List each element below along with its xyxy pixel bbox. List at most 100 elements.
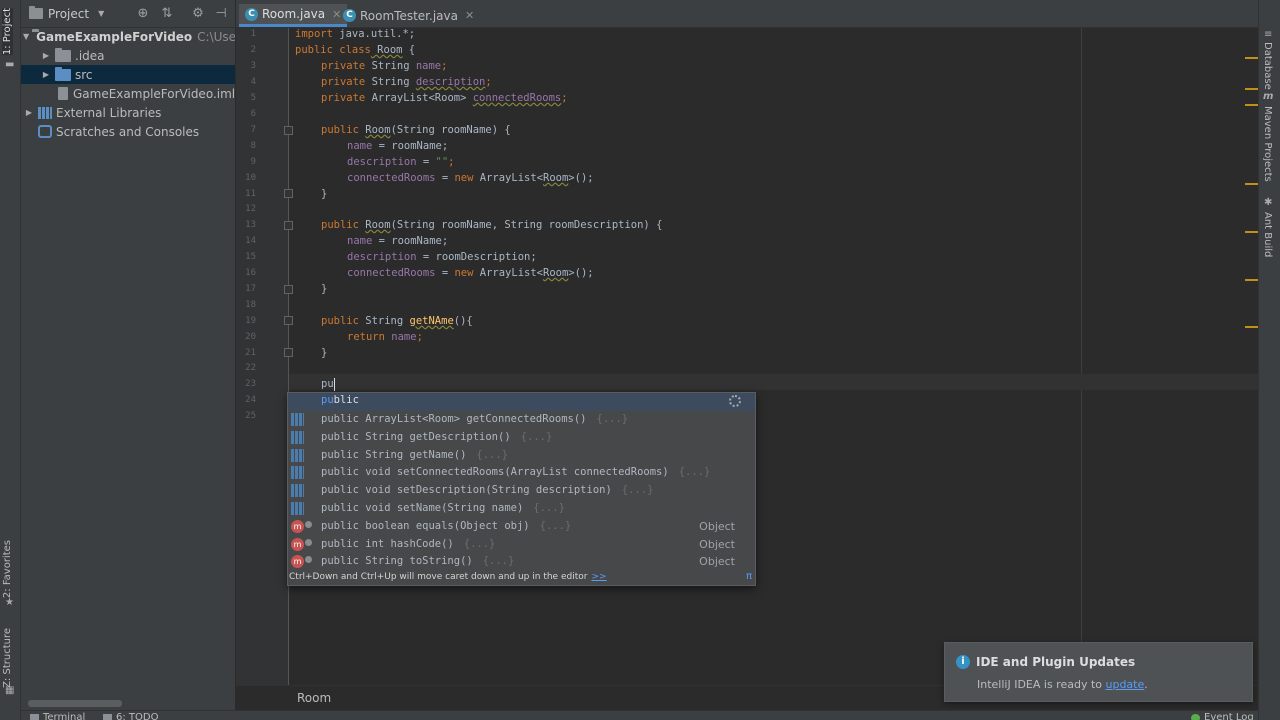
fold-marker-icon[interactable] — [284, 221, 293, 230]
type-name: Room — [543, 172, 569, 184]
tab-database[interactable]: Database — [1262, 42, 1273, 90]
tab-room-java[interactable]: C Room.java ✕ — [239, 4, 348, 27]
completion-item[interactable]: public void setDescription(String descri… — [288, 482, 755, 500]
collapse-arrow-icon[interactable]: ▶ — [23, 108, 35, 117]
line-number: 1 — [250, 29, 256, 39]
string-literal: "" — [435, 156, 449, 168]
line-number: 13 — [245, 220, 256, 230]
chevron-down-icon[interactable]: ▼ — [98, 9, 104, 18]
completion-item[interactable]: public String getDescription() {...} — [288, 429, 755, 447]
notification-body: IntelliJ IDEA is ready to update. — [977, 678, 1148, 691]
completion-item[interactable]: m public int hashCode() {...} Object — [288, 536, 755, 554]
code-line-21: } — [295, 345, 327, 361]
fold-marker-icon[interactable] — [284, 348, 293, 357]
tree-item-idea[interactable]: ▶ .idea — [21, 46, 235, 65]
fold-marker-icon[interactable] — [284, 285, 293, 294]
hide-panel-icon[interactable]: ⊣ — [213, 6, 229, 22]
pi-icon[interactable]: π — [746, 570, 752, 584]
fold-marker-icon[interactable] — [284, 126, 293, 135]
override-icon — [305, 556, 312, 564]
code-line-19: public String getNAme(){ — [295, 313, 473, 329]
completion-signature: public void setDescription(String descri… — [321, 484, 654, 497]
warning-marker[interactable] — [1245, 57, 1258, 59]
completion-item[interactable]: public ArrayList<Room> getConnectedRooms… — [288, 411, 755, 429]
tree-item-external-libraries[interactable]: ▶ External Libraries — [21, 103, 235, 122]
tree-item-scratches[interactable]: Scratches and Consoles — [21, 122, 235, 141]
fold-marker-icon[interactable] — [284, 189, 293, 198]
project-toolbar: Project ▼ ⊕ ⇅ ⚙ ⊣ — [21, 0, 235, 28]
line-number: 18 — [245, 300, 256, 310]
collapse-arrow-icon[interactable]: ▶ — [40, 51, 52, 60]
completion-footer-link[interactable]: >> — [591, 572, 606, 582]
horizontal-scrollbar[interactable] — [28, 700, 122, 707]
code-line-8: name = roomName; — [295, 138, 448, 154]
completion-item[interactable]: public void setName(String name) {...} — [288, 500, 755, 518]
update-link[interactable]: update — [1106, 678, 1145, 691]
tab-project-tool[interactable]: 1: Project — [2, 8, 13, 56]
ant-icon: ✱ — [1264, 197, 1273, 208]
completion-body-hint: {...} — [476, 448, 509, 461]
completion-type: Object — [699, 537, 735, 551]
gear-icon[interactable]: ⚙ — [190, 6, 206, 22]
code-editor[interactable]: 1 2 3 4 5 6 7 8 9 10 11 12 13 14 15 16 17 18 19 20 21 22 23 24 2… — [236, 28, 1258, 685]
line-number: 9 — [250, 157, 256, 167]
getter-setter-icon — [291, 430, 304, 444]
completion-item-keyword-public[interactable]: public — [288, 393, 755, 411]
completion-item[interactable]: public String getName() {...} — [288, 447, 755, 465]
keyword: public — [321, 124, 359, 136]
code-text: } — [321, 347, 328, 359]
tree-item-src[interactable]: ▶ src — [21, 65, 235, 84]
completion-signature: public ArrayList<Room> getConnectedRooms… — [321, 413, 629, 425]
update-notification[interactable]: i IDE and Plugin Updates IntelliJ IDEA i… — [944, 642, 1253, 702]
getter-setter-icon — [291, 466, 304, 480]
project-view-title[interactable]: Project — [48, 7, 89, 21]
tree-item-project-root[interactable]: ▼ GameExampleForVideo C:\Users\M — [21, 27, 235, 46]
code-line-17: } — [295, 281, 327, 297]
completion-item[interactable]: public void setConnectedRooms(ArrayList … — [288, 464, 755, 482]
close-icon[interactable]: ✕ — [465, 9, 474, 22]
terminal-icon — [30, 713, 39, 720]
tab-favorites-tool[interactable]: 2: Favorites — [2, 540, 13, 598]
folder-icon — [55, 47, 71, 62]
loading-spinner-icon — [729, 395, 741, 407]
warning-marker[interactable] — [1245, 326, 1258, 328]
warning-marker[interactable] — [1245, 231, 1258, 233]
tab-ant-build[interactable]: Ant Build — [1262, 212, 1273, 257]
event-log-button[interactable]: Event Log — [1191, 712, 1254, 720]
keyword: new — [454, 172, 474, 184]
scroll-from-source-icon[interactable]: ⊕ — [135, 6, 151, 22]
completion-footer-text: Ctrl+Down and Ctrl+Up will move caret do… — [289, 572, 588, 582]
terminal-tool-button[interactable]: Terminal — [30, 712, 85, 720]
keyword: new — [454, 267, 474, 279]
warning-marker[interactable] — [1245, 183, 1258, 185]
tab-roomtester-java[interactable]: C RoomTester.java ✕ — [337, 4, 480, 27]
line-number: 23 — [245, 379, 256, 389]
code-line-4: private String description; — [295, 74, 492, 90]
tree-item-iml[interactable]: GameExampleForVideo.iml — [21, 84, 235, 103]
fold-marker-icon[interactable] — [284, 316, 293, 325]
completion-item[interactable]: m public boolean equals(Object obj) {...} O… — [288, 518, 755, 536]
collapse-arrow-icon[interactable]: ▶ — [40, 70, 52, 79]
code-line-13: public Room(String roomName, String room… — [295, 217, 662, 233]
completion-signature: public int hashCode() {...} — [321, 537, 496, 550]
constructor-name: Room — [365, 219, 391, 231]
warning-marker[interactable] — [1245, 88, 1258, 90]
line-number: 10 — [245, 173, 256, 183]
expand-arrow-icon[interactable]: ▼ — [23, 32, 29, 41]
line-number: 16 — [245, 268, 256, 278]
warning-marker[interactable] — [1245, 104, 1258, 106]
collapse-all-icon[interactable]: ⇅ — [159, 6, 175, 22]
code-line-23[interactable]: pu — [295, 376, 335, 392]
line-number: 22 — [245, 363, 256, 373]
code-text: (String roomName, String roomDescription… — [390, 219, 663, 231]
project-panel: Project ▼ ⊕ ⇅ ⚙ ⊣ ▼ GameExampleForVideo … — [21, 0, 236, 710]
tab-maven-projects[interactable]: Maven Projects — [1262, 106, 1273, 182]
todo-tool-button[interactable]: 6: TODO — [103, 712, 158, 720]
warning-marker[interactable] — [1245, 279, 1258, 281]
breadcrumb-item-room[interactable]: Room — [297, 691, 331, 705]
left-tool-stripe: 1: Project ▬ 2: Favorites ★ Z: Structure… — [0, 0, 21, 720]
tab-structure-tool[interactable]: Z: Structure — [2, 628, 13, 688]
java-class-icon: C — [245, 7, 258, 21]
completion-item[interactable]: m public String toString() {...} Object — [288, 553, 755, 571]
folder-icon — [29, 6, 43, 19]
